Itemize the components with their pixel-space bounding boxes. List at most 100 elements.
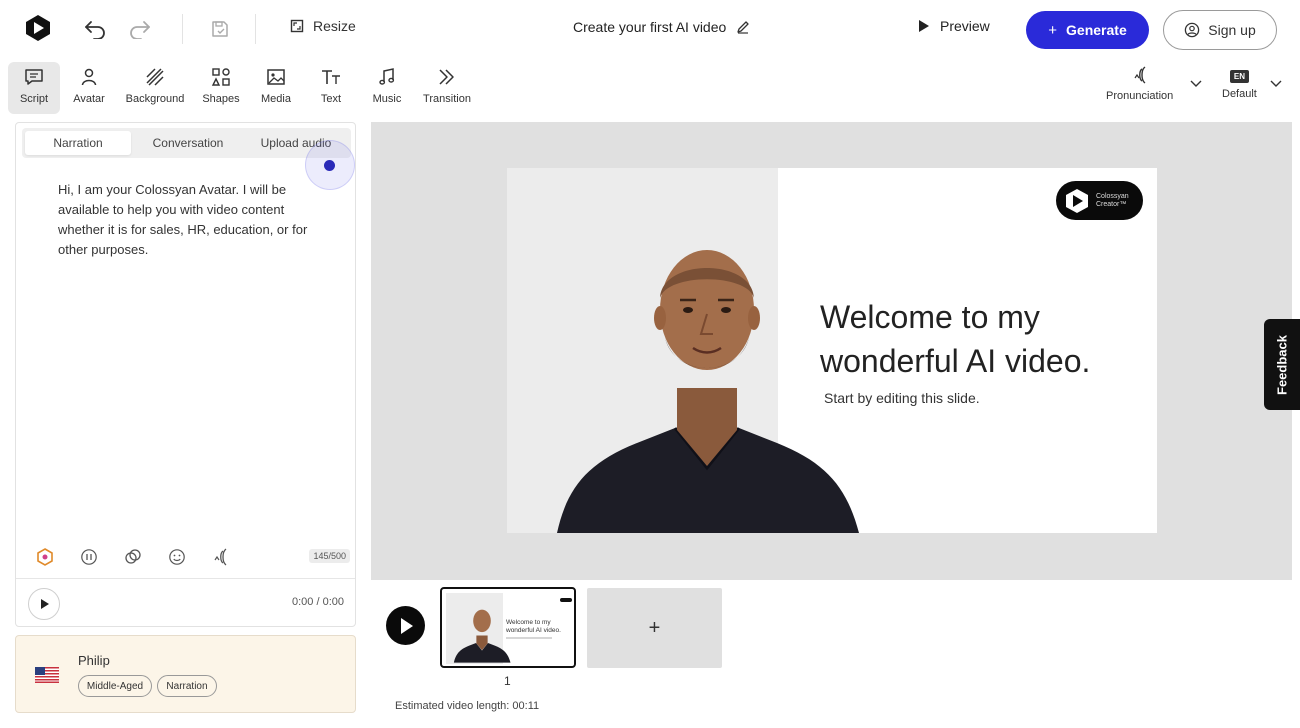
play-video-button[interactable] xyxy=(386,606,425,645)
redo-icon[interactable] xyxy=(127,16,153,42)
avatar-name: Philip xyxy=(78,653,110,668)
sign-up-label: Sign up xyxy=(1208,22,1256,38)
resize-label: Resize xyxy=(313,18,356,34)
pause-icon[interactable] xyxy=(80,548,98,566)
project-title[interactable]: Create your first AI video xyxy=(573,19,750,35)
character-counter: 145/500 xyxy=(309,549,350,563)
generate-label: Generate xyxy=(1066,22,1127,38)
slide-thumbnail[interactable]: Welcome to my wonderful AI video. xyxy=(440,587,576,668)
toolbar-divider xyxy=(182,14,183,44)
plus-icon: + xyxy=(648,616,661,639)
thumbnail-avatar-image xyxy=(453,609,511,663)
cursor-dot xyxy=(324,160,335,171)
tab-label: Conversation xyxy=(152,136,224,150)
tool-label: Text xyxy=(320,93,342,105)
pencil-icon[interactable] xyxy=(736,20,750,34)
tool-label: Avatar xyxy=(73,93,105,105)
avatar-presenter-image[interactable] xyxy=(547,238,867,533)
avatar-voice-card[interactable]: Philip Middle-Aged Narration xyxy=(15,635,356,713)
plus-icon: + xyxy=(1048,21,1058,39)
editor-page: Resize Create your first AI video Previe… xyxy=(0,0,1300,728)
thumbnail-logo xyxy=(560,598,572,602)
sign-up-button[interactable]: Sign up xyxy=(1163,10,1277,50)
pronunciation-button[interactable]: Pronunciation xyxy=(1106,66,1173,102)
text-icon xyxy=(320,66,342,88)
music-note-icon xyxy=(377,66,397,88)
voice-style-icon[interactable] xyxy=(124,548,142,566)
avatar-tag: Narration xyxy=(157,675,217,697)
voice-wave-icon xyxy=(1134,66,1146,84)
resize-icon xyxy=(290,19,304,33)
colossyan-creator-badge: Colossyan Creator™ xyxy=(1056,181,1143,220)
brand-text: Colossyan Creator™ xyxy=(1096,193,1129,209)
play-icon xyxy=(41,599,49,609)
tool-background[interactable]: Background xyxy=(122,62,188,114)
tab-conversation[interactable]: Conversation xyxy=(136,131,240,155)
slide-heading[interactable]: Welcome to my wonderful AI video. xyxy=(820,295,1140,383)
script-panel: Narration Conversation Upload audio Hi, … xyxy=(15,122,356,627)
shapes-icon xyxy=(211,66,231,88)
preview-button[interactable]: Preview xyxy=(918,18,990,34)
play-icon xyxy=(919,20,929,32)
script-tools-row: 145/500 xyxy=(36,546,354,568)
pronunciation-label: Pronunciation xyxy=(1106,90,1174,102)
tool-transition[interactable]: Transition xyxy=(420,62,474,114)
save-icon[interactable] xyxy=(207,16,233,42)
thumbnail-subheading-line xyxy=(506,637,552,639)
tool-label: Media xyxy=(261,93,291,105)
transition-icon xyxy=(437,66,457,88)
tool-label: Transition xyxy=(423,93,471,105)
chat-icon xyxy=(24,66,44,88)
tool-music[interactable]: Music xyxy=(366,62,408,114)
language-label: Default xyxy=(1222,88,1257,100)
colossyan-logo-icon xyxy=(1066,188,1088,213)
resize-button[interactable]: Resize xyxy=(290,18,356,34)
chevron-down-icon[interactable] xyxy=(1190,80,1202,88)
tool-shapes[interactable]: Shapes xyxy=(198,62,244,114)
script-textarea[interactable]: Hi, I am your Colossyan Avatar. I will b… xyxy=(58,180,320,260)
colossyan-logo-icon[interactable] xyxy=(24,14,52,42)
tool-label: Background xyxy=(125,93,185,105)
chevron-down-icon[interactable] xyxy=(1270,80,1282,88)
slide-number: 1 xyxy=(504,674,511,688)
us-flag-icon xyxy=(35,667,59,683)
script-play-button[interactable] xyxy=(28,588,60,620)
play-icon xyxy=(400,617,413,634)
tool-label: Script xyxy=(19,93,49,105)
tool-avatar[interactable]: Avatar xyxy=(66,62,112,114)
tool-script[interactable]: Script xyxy=(8,62,60,114)
emoji-icon[interactable] xyxy=(168,548,186,566)
tab-label: Narration xyxy=(53,136,103,150)
feedback-tab[interactable]: Feedback xyxy=(1264,319,1300,410)
preview-label: Preview xyxy=(940,18,990,34)
feedback-label: Feedback xyxy=(1274,334,1290,395)
tab-narration[interactable]: Narration xyxy=(25,131,131,155)
divider xyxy=(16,578,355,579)
tool-text[interactable]: Text xyxy=(310,62,352,114)
top-bar: Resize Create your first AI video Previe… xyxy=(0,0,1300,60)
slide-canvas[interactable]: Colossyan Creator™ Welcome to my wonderf… xyxy=(507,168,1157,533)
image-icon xyxy=(266,66,286,88)
tool-label: Shapes xyxy=(202,93,240,105)
project-title-text: Create your first AI video xyxy=(573,19,727,35)
audio-time: 0:00 / 0:00 xyxy=(292,596,344,608)
toolbar-divider xyxy=(255,14,256,44)
user-circle-icon xyxy=(1185,22,1200,38)
generate-button[interactable]: + Generate xyxy=(1026,11,1149,49)
thumbnail-heading: Welcome to my wonderful AI video. xyxy=(506,619,561,634)
language-selector[interactable]: EN Default xyxy=(1222,66,1257,100)
brand-line: Creator™ xyxy=(1096,200,1127,208)
undo-icon[interactable] xyxy=(82,16,108,42)
person-icon xyxy=(79,66,99,88)
script-tabs: Narration Conversation Upload audio xyxy=(22,128,351,158)
ai-assistant-icon[interactable] xyxy=(36,548,54,566)
avatar-tag: Middle-Aged xyxy=(78,675,152,697)
add-slide-button[interactable]: + xyxy=(587,588,722,668)
brand-line: Colossyan xyxy=(1096,192,1129,200)
pronunciation-icon[interactable] xyxy=(212,548,230,566)
tool-label: Music xyxy=(372,93,402,105)
language-code-badge: EN xyxy=(1229,70,1249,83)
tool-media[interactable]: Media xyxy=(254,62,298,114)
background-hatch-icon xyxy=(145,66,165,88)
slide-subheading[interactable]: Start by editing this slide. xyxy=(824,390,980,406)
